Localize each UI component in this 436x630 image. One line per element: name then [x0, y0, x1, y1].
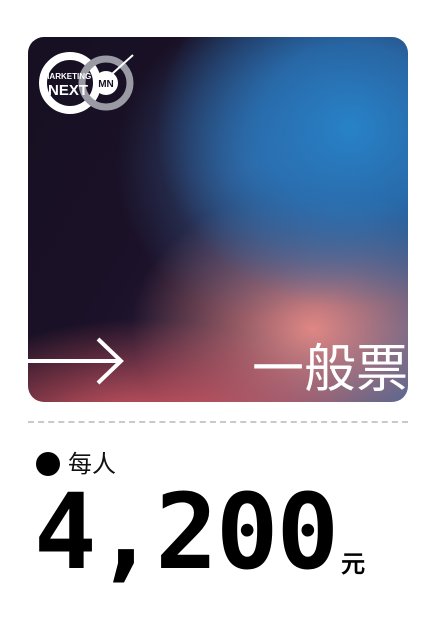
- price-value: 4,200: [34, 471, 339, 593]
- price-row: 4,200 元: [34, 480, 365, 584]
- logo-badge: MN: [98, 79, 114, 90]
- dashed-divider: [28, 421, 408, 423]
- arrow-right-icon: [28, 337, 124, 385]
- ticket-type-label: 一般票: [251, 340, 408, 400]
- ticket-card: MARKETING NEXT MN 一般票: [28, 37, 408, 402]
- logo-line1: MARKETING: [43, 72, 91, 81]
- price-unit: 元: [341, 550, 366, 578]
- logo-line2: NEXT: [48, 82, 88, 99]
- marketing-next-logo: MARKETING NEXT MN: [39, 52, 134, 114]
